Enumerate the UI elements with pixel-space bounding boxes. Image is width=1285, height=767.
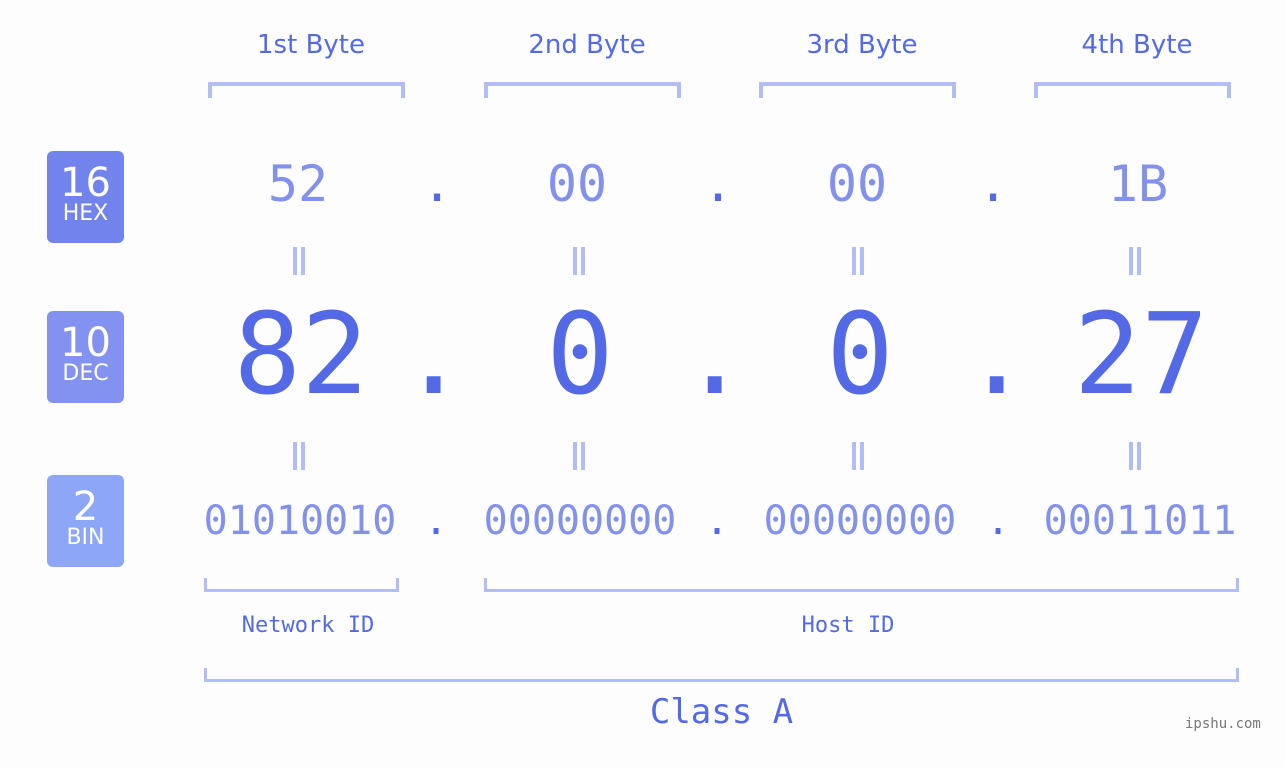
equals-icon bbox=[850, 247, 866, 275]
hex-separator: . bbox=[703, 155, 734, 213]
equals-icon bbox=[1127, 247, 1143, 275]
dec-badge-base: 10 bbox=[60, 320, 111, 366]
equals-icon bbox=[1127, 442, 1143, 470]
byte-bracket-2 bbox=[484, 82, 681, 98]
byte-header-2: 2nd Byte bbox=[528, 30, 646, 60]
network-id-label: Network ID bbox=[241, 613, 375, 638]
byte-header-4: 4th Byte bbox=[1081, 30, 1193, 60]
hex-separator: . bbox=[978, 155, 1009, 213]
hex-badge-label: HEX bbox=[62, 201, 109, 226]
byte-bracket-1 bbox=[208, 82, 405, 98]
network-id-bracket bbox=[204, 578, 399, 592]
bin-badge: 2 BIN bbox=[47, 475, 124, 567]
hex-octet-4: 1B bbox=[1107, 155, 1169, 213]
bin-octet-1: 01010010 bbox=[203, 498, 397, 544]
class-label: Class A bbox=[649, 692, 794, 732]
watermark: ipshu.com bbox=[1185, 716, 1261, 732]
hex-octet-1: 52 bbox=[267, 155, 329, 213]
equals-icon bbox=[571, 442, 587, 470]
bin-badge-base: 2 bbox=[72, 484, 99, 530]
host-id-bracket bbox=[484, 578, 1239, 592]
byte-header-3: 3rd Byte bbox=[806, 30, 918, 60]
dec-octet-1: 82 bbox=[233, 290, 369, 420]
dec-octet-4: 27 bbox=[1073, 290, 1209, 420]
hex-separator: . bbox=[422, 155, 453, 213]
hex-badge-base: 16 bbox=[60, 160, 111, 206]
dec-separator: . bbox=[681, 290, 749, 420]
host-id-label: Host ID bbox=[801, 613, 895, 638]
dec-separator: . bbox=[963, 290, 1031, 420]
bin-octet-3: 00000000 bbox=[763, 498, 957, 544]
equals-icon bbox=[571, 247, 587, 275]
hex-badge: 16 HEX bbox=[47, 151, 124, 243]
bin-separator: . bbox=[424, 498, 449, 544]
byte-header-1: 1st Byte bbox=[257, 30, 365, 60]
equals-icon bbox=[291, 247, 307, 275]
dec-separator: . bbox=[400, 290, 468, 420]
byte-bracket-3 bbox=[759, 82, 956, 98]
dec-octet-2: 0 bbox=[546, 290, 614, 420]
dec-badge: 10 DEC bbox=[47, 311, 124, 403]
equals-icon bbox=[291, 442, 307, 470]
hex-octet-2: 00 bbox=[546, 155, 608, 213]
bin-octet-2: 00000000 bbox=[483, 498, 677, 544]
bin-badge-label: BIN bbox=[66, 525, 105, 550]
dec-octet-3: 0 bbox=[826, 290, 894, 420]
bin-separator: . bbox=[705, 498, 730, 544]
byte-bracket-4 bbox=[1034, 82, 1231, 98]
dec-badge-label: DEC bbox=[62, 361, 109, 386]
bin-octet-4: 00011011 bbox=[1043, 498, 1237, 544]
bin-separator: . bbox=[986, 498, 1011, 544]
hex-octet-3: 00 bbox=[826, 155, 888, 213]
class-bracket bbox=[204, 668, 1239, 682]
equals-icon bbox=[850, 442, 866, 470]
